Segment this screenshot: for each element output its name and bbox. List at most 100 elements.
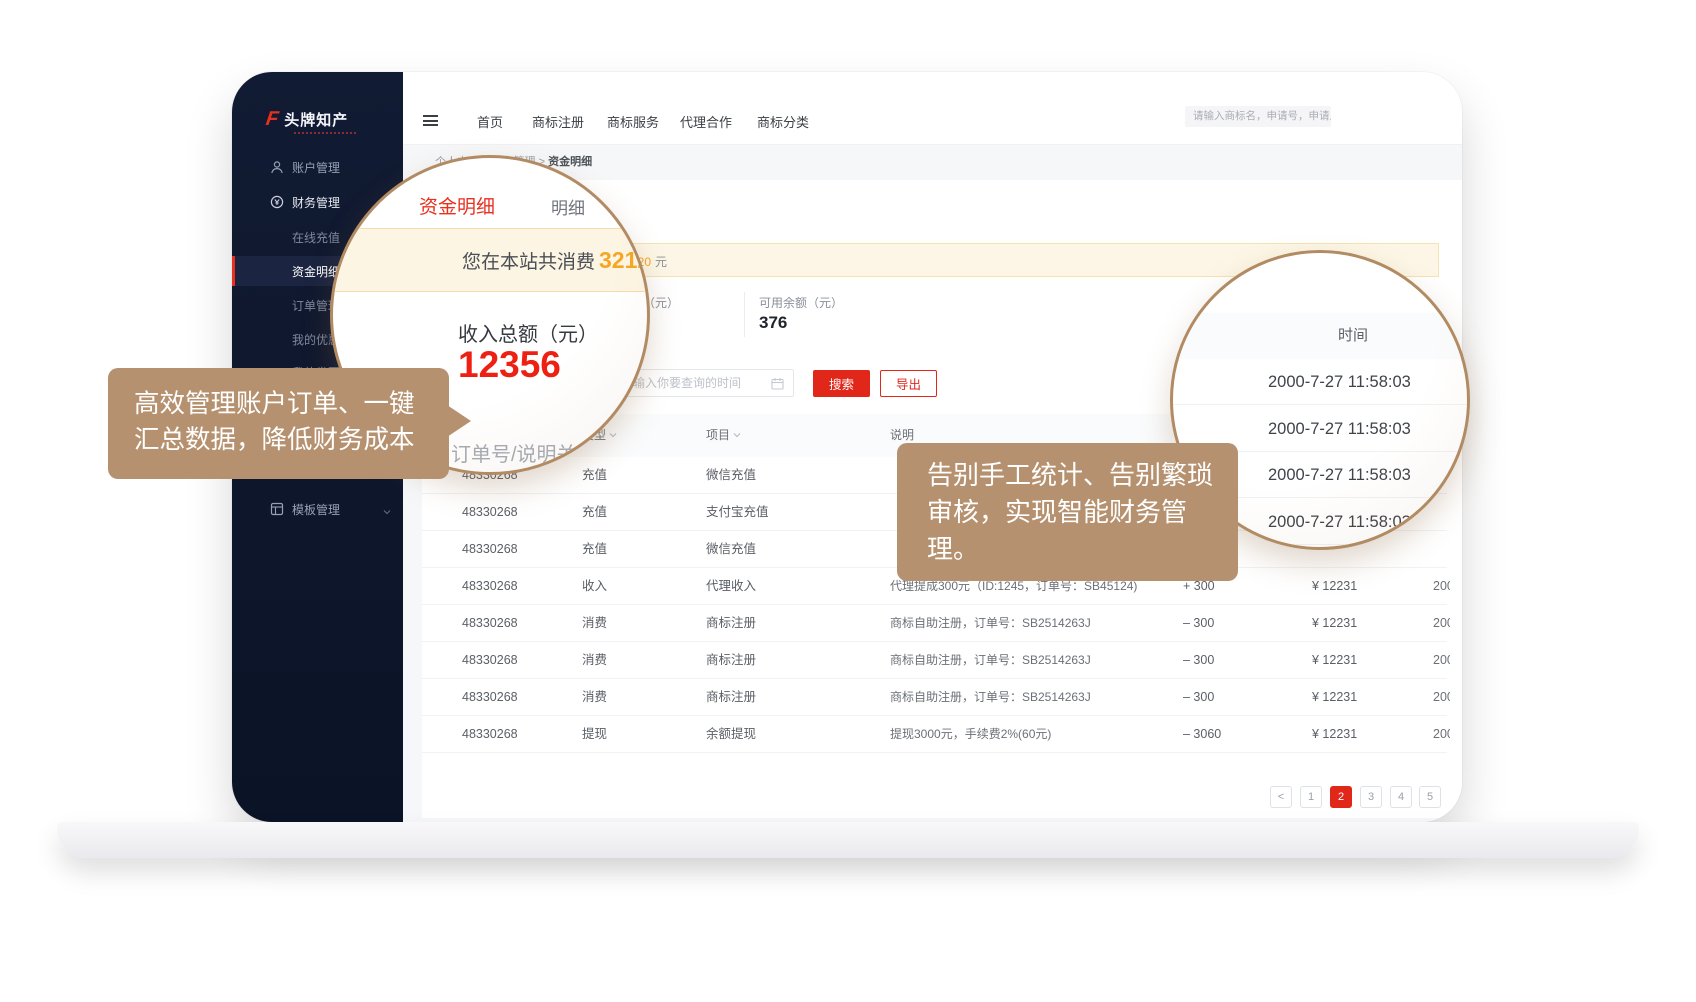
lens-time-value: 2000-7-27 11:58:03 <box>1268 406 1411 452</box>
lens-time-value: 2000-7-27 11:58:03 <box>1268 452 1411 498</box>
cell-order-no: 48330268 <box>462 679 518 716</box>
sort-icon <box>733 432 741 438</box>
cell-balance: ¥ 12231 <box>1312 716 1357 753</box>
laptop-base <box>57 822 1639 858</box>
cell-balance: ¥ 12231 <box>1312 568 1357 605</box>
cell-project: 微信充值 <box>706 457 756 494</box>
cell-time: 2000-7-27 11:58:03 <box>1433 568 1450 605</box>
search-button[interactable]: 搜索 <box>813 370 870 397</box>
brand-logo-subtext <box>294 132 356 134</box>
finance-icon <box>270 195 284 209</box>
date-query-placeholder: 请输入你要查询的时间 <box>621 370 741 396</box>
cell-desc: 商标自助注册，订单号：SB2514263J <box>890 605 1091 642</box>
cell-order-no: 48330268 <box>462 605 518 642</box>
breadcrumb-current: 资金明细 <box>548 156 592 168</box>
export-button[interactable]: 导出 <box>880 370 937 397</box>
cell-type: 充值 <box>582 494 607 531</box>
cell-project: 商标注册 <box>706 605 756 642</box>
tooltip-right-line3: 理。 <box>927 531 1238 568</box>
menu-icon[interactable] <box>423 115 438 126</box>
lens-income-value: 12356 <box>458 344 561 386</box>
cell-type: 消费 <box>582 679 607 716</box>
cell-type: 收入 <box>582 568 607 605</box>
nav-register[interactable]: 商标注册 <box>532 112 584 131</box>
nav-agent[interactable]: 代理合作 <box>680 112 732 131</box>
lens-tab-secondary: 明细 <box>551 194 585 219</box>
cell-project: 商标注册 <box>706 642 756 679</box>
tooltip-left-line2: 汇总数据，降低财务成本 <box>134 422 449 458</box>
cell-order-no: 48330268 <box>462 716 518 753</box>
sidebar-item-label: 财务管理 <box>292 194 340 211</box>
pagination-prev[interactable]: < <box>1270 786 1292 808</box>
lens-time-row: 2000-7-27 11:58:03 <box>1173 359 1470 405</box>
lens-time-value: 2000-7-27 11:58:03 <box>1268 499 1411 545</box>
lens-income-label: 收入总额（元） <box>458 318 598 347</box>
calendar-icon <box>771 377 784 390</box>
cell-time: 2000-7-27 11:58:03 <box>1433 679 1450 716</box>
cell-order-no: 48330268 <box>462 568 518 605</box>
chevron-down-icon <box>382 162 392 172</box>
cell-time: 2000-7-27 11:58:03 <box>1433 642 1450 679</box>
banner-unit: 元 <box>655 255 667 269</box>
cell-type: 充值 <box>582 531 607 568</box>
cell-project: 余额提现 <box>706 716 756 753</box>
lens-col-order-header: 订单号/说明关键 <box>451 438 597 467</box>
table-row: 48330268 消费 商标注册 商标自助注册，订单号：SB2514263J –… <box>422 642 1447 679</box>
cell-type: 提现 <box>582 716 607 753</box>
sidebar-item-account[interactable]: 账户管理 <box>232 153 403 181</box>
pagination-page-5[interactable]: 5 <box>1419 786 1441 808</box>
table-row: 48330268 消费 商标注册 商标自助注册，订单号：SB2514263J –… <box>422 679 1447 716</box>
lens-banner-prefix: 您在本站共消费 <box>462 252 595 273</box>
cell-type: 消费 <box>582 605 607 642</box>
cell-amount: – 3060 <box>1183 716 1221 753</box>
cell-amount: – 300 <box>1183 605 1214 642</box>
cell-time: 2000-7-27 11:58:03 <box>1433 716 1450 753</box>
lens-tab-funds-detail: 资金明细 <box>419 192 495 219</box>
lens-time-header: 时间 <box>1338 313 1368 359</box>
cell-order-no: 48330268 <box>462 531 518 568</box>
cell-amount: – 300 <box>1183 679 1214 716</box>
nav-service[interactable]: 商标服务 <box>607 112 659 131</box>
lens-banner-amount: 32124 <box>599 247 650 273</box>
cell-desc: 提现3000元，手续费2%(60元) <box>890 716 1051 753</box>
sidebar-item-label: 账户管理 <box>292 159 340 176</box>
brand-logo-title: 头牌知产 <box>284 109 348 130</box>
cell-project: 微信充值 <box>706 531 756 568</box>
topbar: 首页 商标注册 商标服务 代理合作 商标分类 请输入商标名，申请号，申请人 <box>403 72 1462 145</box>
tooltip-right-line1: 告别手工统计、告别繁琐 <box>927 457 1238 494</box>
tooltip-right-line2: 审核，实现智能财务管 <box>927 494 1238 531</box>
nav-category[interactable]: 商标分类 <box>757 112 809 131</box>
lens-time-header-band: 时间 <box>1173 313 1470 359</box>
user-icon <box>270 160 284 174</box>
brand-logo-icon: F <box>264 108 279 131</box>
sidebar-item-template[interactable]: 模板管理 <box>232 495 403 523</box>
sidebar-item-label: 模板管理 <box>292 501 340 518</box>
nav-home[interactable]: 首页 <box>477 112 503 131</box>
cell-desc: 商标自助注册，订单号：SB2514263J <box>890 642 1091 679</box>
table-row: 48330268 提现 余额提现 提现3000元，手续费2%(60元) – 30… <box>422 716 1447 753</box>
stat3-label: 可用余额（元） <box>759 294 843 311</box>
col-project-sort[interactable]: 项目 <box>706 414 741 457</box>
template-icon <box>270 502 284 516</box>
tooltip-left-line1: 高效管理账户订单、一键 <box>134 386 449 422</box>
cell-balance: ¥ 12231 <box>1312 642 1357 679</box>
cell-project: 代理收入 <box>706 568 756 605</box>
page: F 头牌知产 账户管理 财务管理 <box>0 0 1696 1002</box>
pagination-page-3[interactable]: 3 <box>1360 786 1382 808</box>
cell-desc: 商标自助注册，订单号：SB2514263J <box>890 679 1091 716</box>
pagination-page-2[interactable]: 2 <box>1330 786 1352 808</box>
sort-icon <box>609 432 617 438</box>
cell-balance: ¥ 12231 <box>1312 605 1357 642</box>
cell-project: 商标注册 <box>706 679 756 716</box>
lens-consumption-banner: 您在本站共消费32124元 <box>330 228 650 292</box>
table-row: 48330268 消费 商标注册 商标自助注册，订单号：SB2514263J –… <box>422 605 1447 642</box>
cell-order-no: 48330268 <box>462 494 518 531</box>
pagination-page-4[interactable]: 4 <box>1390 786 1412 808</box>
trademark-search-input[interactable]: 请输入商标名，申请号，申请人 <box>1185 106 1331 127</box>
pagination-page-1[interactable]: 1 <box>1300 786 1322 808</box>
brand-logo[interactable]: F 头牌知产 <box>266 108 348 131</box>
cell-order-no: 48330268 <box>462 642 518 679</box>
cell-project: 支付宝充值 <box>706 494 769 531</box>
stat-divider <box>744 292 745 337</box>
stat3-value: 376 <box>759 313 787 333</box>
